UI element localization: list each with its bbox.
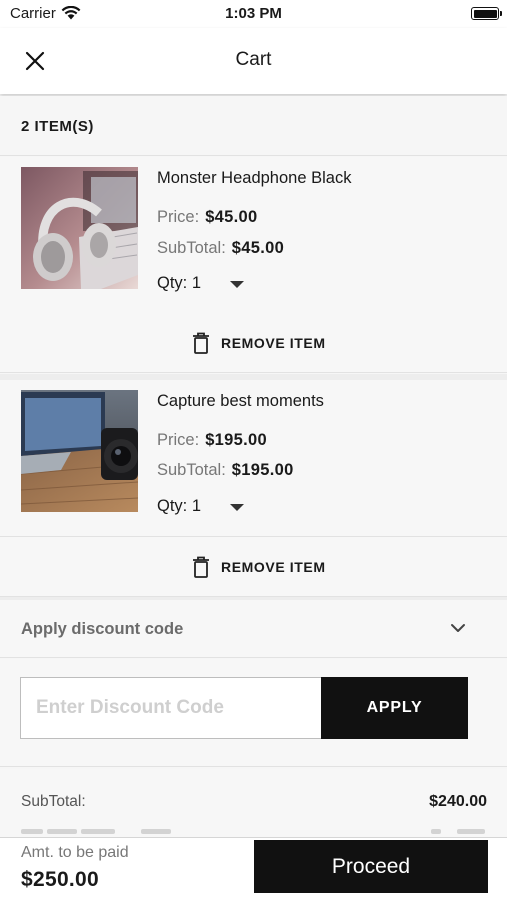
status-bar: Carrier 1:03 PM [0,0,507,28]
amount-label: Amt. to be paid [21,844,129,861]
chevron-down-icon[interactable] [230,281,244,288]
remove-item-label: REMOVE ITEM [221,335,326,351]
subtotal-label: SubTotal: [157,461,226,479]
nav-bar: Cart [0,28,507,94]
discount-toggle[interactable]: Apply discount code [0,600,507,658]
checkout-footer: Amt. to be paid $250.00 Proceed [0,837,507,900]
price-value: $195.00 [205,431,267,449]
clock: 1:03 PM [225,5,282,22]
camera-laptop-image[interactable] [21,390,138,512]
price-row: Price: $195.00 [157,431,267,450]
item-name: Monster Headphone Black [157,169,352,187]
price-row: Price: $45.00 [157,208,257,227]
discount-form: APPLY [0,659,507,767]
apply-button[interactable]: APPLY [321,677,468,739]
chevron-down-icon[interactable] [230,504,244,511]
amount-value: $250.00 [21,868,100,891]
order-summary: SubTotal: $240.00 [0,769,507,839]
cart-item: Monster Headphone Black Price: $45.00 Sub… [0,157,507,314]
cart-count-label: 2 ITEM(S) [21,118,94,135]
qty-selector[interactable]: Qty: 1 [157,497,201,516]
subtotal-value: $240.00 [429,793,487,810]
chevron-down-icon [451,624,465,632]
qty-selector[interactable]: Qty: 1 [157,274,201,293]
cart-count-row: 2 ITEM(S) [0,96,507,156]
cart-item: Capture best moments Price: $195.00 SubTo… [0,380,507,537]
partially-hidden-row [21,829,486,837]
proceed-button[interactable]: Proceed [254,840,488,893]
headphones-image[interactable] [21,167,138,289]
discount-code-input[interactable] [20,677,322,739]
price-label: Price: [157,208,200,226]
remove-item-button[interactable]: REMOVE ITEM [0,537,507,597]
subtotal-label: SubTotal: [157,239,226,257]
trash-icon [193,332,209,354]
price-label: Price: [157,431,200,449]
subtotal-value: $45.00 [231,239,285,257]
subtotal-value: $195.00 [231,461,294,479]
trash-icon [193,556,209,578]
price-value: $45.00 [205,208,258,226]
discount-header-label: Apply discount code [21,620,184,638]
subtotal-label: SubTotal: [21,793,86,810]
item-name: Capture best moments [157,392,324,410]
page-title: Cart [235,49,272,70]
remove-item-button[interactable]: REMOVE ITEM [0,313,507,373]
subtotal-row: SubTotal: $195.00 [157,461,294,480]
remove-item-label: REMOVE ITEM [221,559,326,575]
subtotal-row: SubTotal: $45.00 [157,239,284,258]
battery-icon [471,7,502,20]
